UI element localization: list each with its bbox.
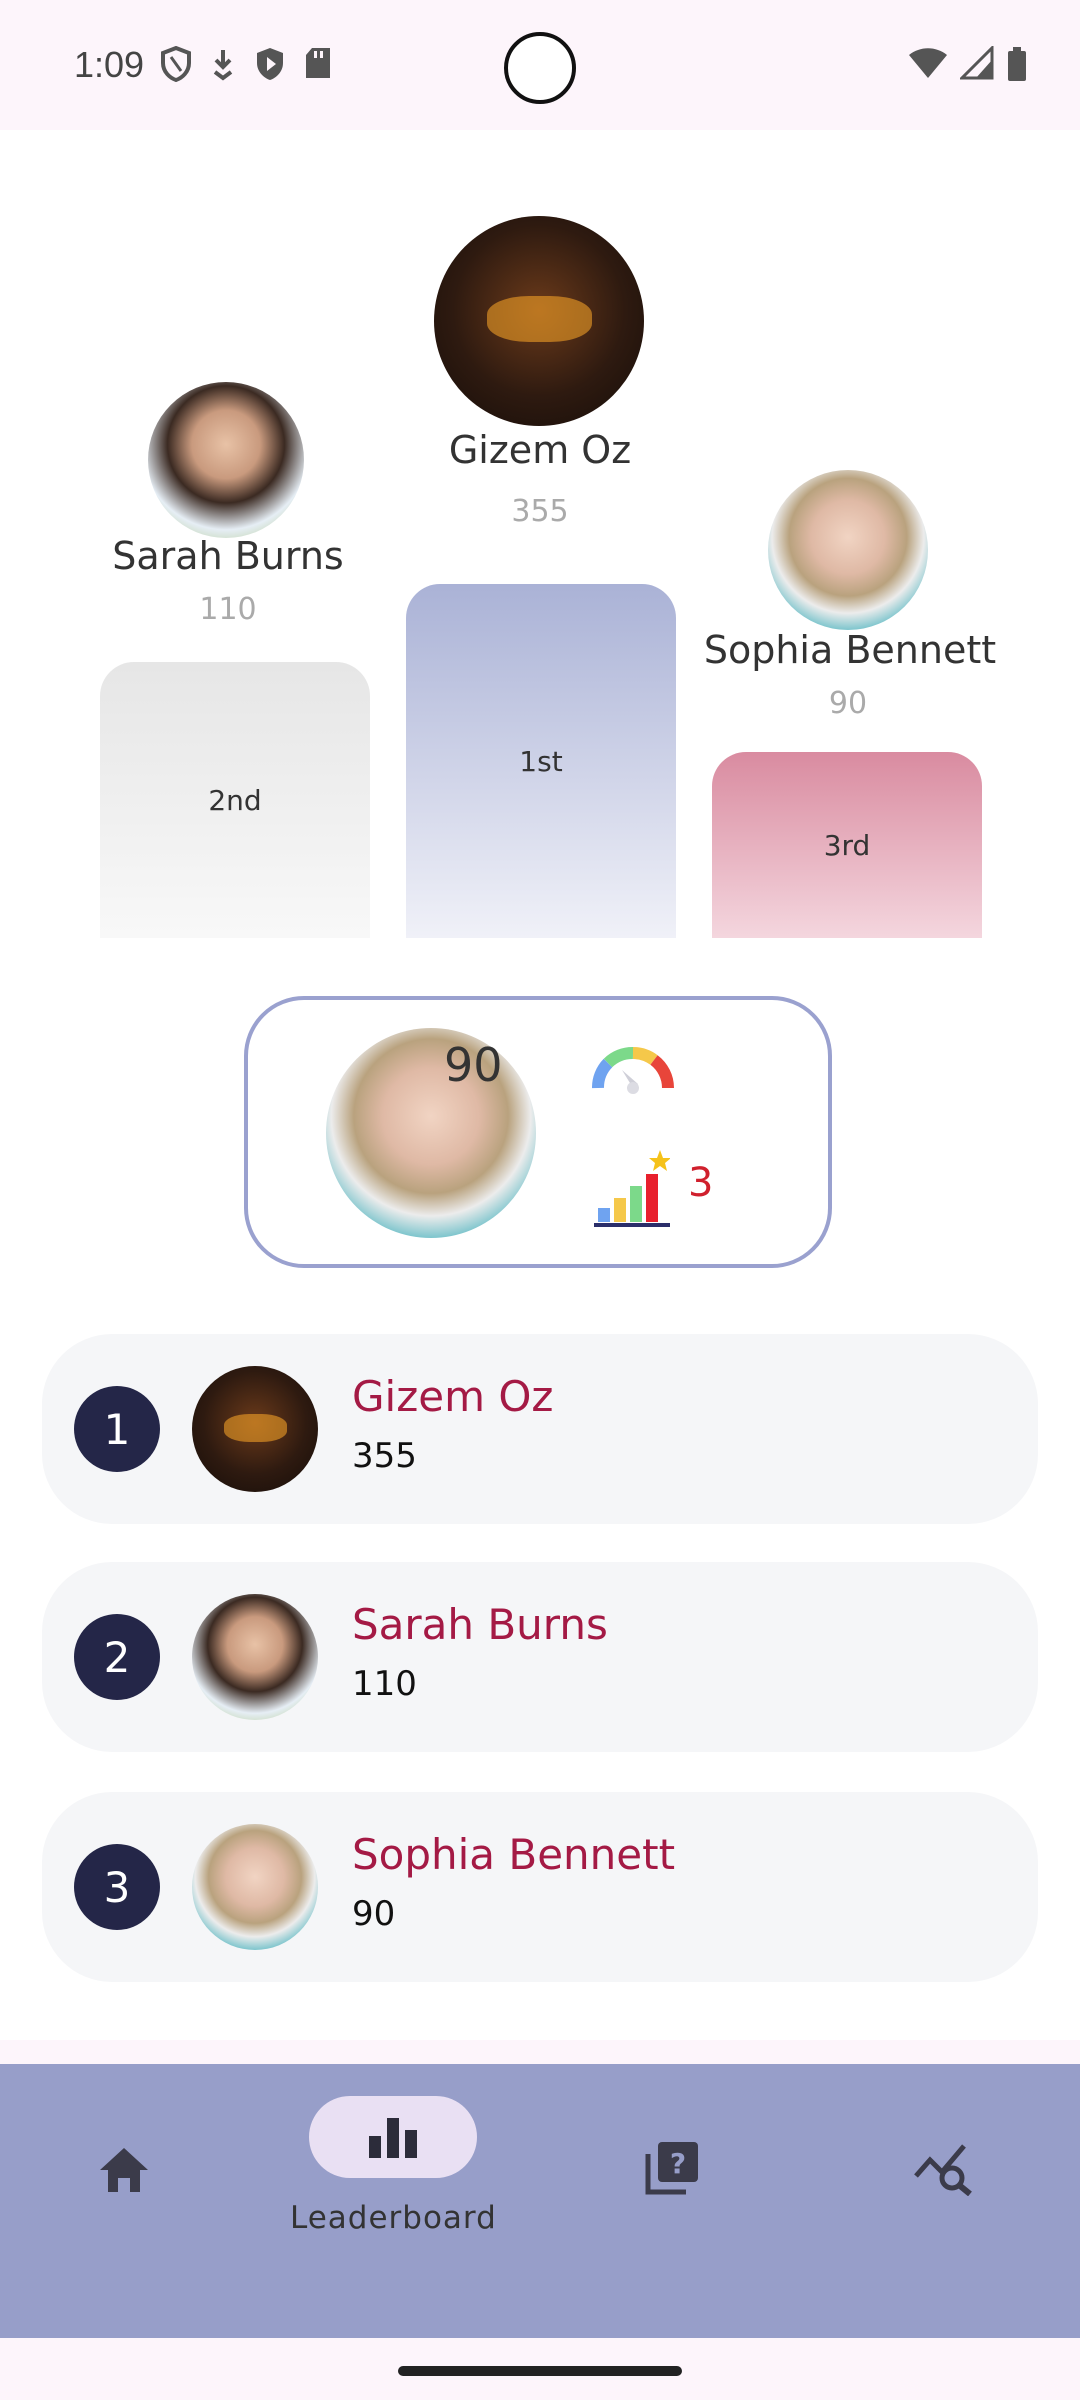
shield-outline-icon bbox=[161, 46, 191, 82]
podium-block-2nd: 2nd bbox=[100, 662, 370, 938]
front-camera bbox=[504, 32, 576, 104]
shield-play-icon bbox=[257, 48, 283, 80]
battery-icon bbox=[1008, 47, 1026, 81]
podium-avatar-1st[interactable] bbox=[434, 216, 644, 426]
current-user-rank: 3 bbox=[688, 1160, 714, 1206]
list-item[interactable]: 3 Sophia Bennett 90 bbox=[42, 1792, 1038, 1982]
list-avatar bbox=[192, 1366, 318, 1492]
analytics-search-icon bbox=[914, 2144, 972, 2196]
nav-leaderboard-label: Leaderboard bbox=[290, 2200, 497, 2236]
list-avatar bbox=[192, 1594, 318, 1720]
list-item[interactable]: 1 Gizem Oz 355 bbox=[42, 1334, 1038, 1524]
status-icons-left bbox=[160, 46, 332, 82]
nav-leaderboard-pill bbox=[309, 2096, 478, 2178]
leaderboard-icon bbox=[369, 2118, 418, 2158]
podium-block-3rd: 3rd bbox=[712, 752, 982, 938]
svg-text:?: ? bbox=[670, 2147, 686, 2180]
status-time: 1:09 bbox=[74, 44, 145, 85]
list-score: 110 bbox=[352, 1664, 417, 1704]
podium-place-label: 3rd bbox=[823, 828, 871, 862]
status-icons-right bbox=[908, 46, 1028, 82]
home-indicator[interactable] bbox=[398, 2366, 682, 2376]
podium-score-1st: 355 bbox=[511, 494, 569, 529]
nav-leaderboard[interactable]: Leaderboard bbox=[290, 2096, 497, 2236]
podium-avatar-2nd[interactable] bbox=[148, 382, 304, 538]
nav-home[interactable] bbox=[96, 2144, 152, 2196]
nav-quiz[interactable]: ? bbox=[644, 2140, 700, 2196]
sd-card-icon bbox=[306, 48, 330, 78]
podium-score-3rd: 90 bbox=[828, 686, 868, 721]
current-user-score: 90 bbox=[444, 1038, 503, 1092]
bottom-navigation: Leaderboard ? bbox=[0, 2064, 1080, 2338]
list-item[interactable]: 2 Sarah Burns 110 bbox=[42, 1562, 1038, 1752]
quiz-icon: ? bbox=[645, 2142, 698, 2195]
list-name: Gizem Oz bbox=[352, 1372, 554, 1421]
list-score: 355 bbox=[352, 1436, 417, 1476]
nav-analytics[interactable] bbox=[914, 2142, 974, 2196]
rank-badge: 3 bbox=[74, 1844, 160, 1930]
podium-avatar-3rd[interactable] bbox=[768, 470, 928, 630]
rank-badge: 2 bbox=[74, 1614, 160, 1700]
podium-name-1st: Gizem Oz bbox=[448, 428, 632, 472]
list-name: Sarah Burns bbox=[352, 1600, 608, 1649]
home-icon bbox=[100, 2148, 148, 2192]
gauge-icon bbox=[592, 1047, 674, 1094]
rank-badge: 1 bbox=[74, 1386, 160, 1472]
podium-name-2nd: Sarah Burns bbox=[112, 534, 344, 578]
list-score: 90 bbox=[352, 1894, 396, 1934]
status-bar: 1:09 bbox=[0, 0, 1080, 130]
wifi-icon bbox=[909, 48, 947, 78]
podium-name-3rd: Sophia Bennett bbox=[703, 628, 997, 672]
podium-place-label: 1st bbox=[519, 744, 563, 778]
list-avatar bbox=[192, 1824, 318, 1950]
podium-score-2nd: 110 bbox=[199, 592, 257, 627]
podium-block-1st: 1st bbox=[406, 584, 676, 938]
rank-chart-icon bbox=[594, 1150, 670, 1227]
signal-icon bbox=[960, 46, 994, 80]
nav-top-strip bbox=[0, 2040, 1080, 2064]
podium-place-label: 2nd bbox=[208, 783, 262, 817]
current-user-avatar[interactable] bbox=[326, 1028, 536, 1238]
list-name: Sophia Bennett bbox=[352, 1830, 676, 1879]
download-pin-icon bbox=[213, 50, 233, 81]
